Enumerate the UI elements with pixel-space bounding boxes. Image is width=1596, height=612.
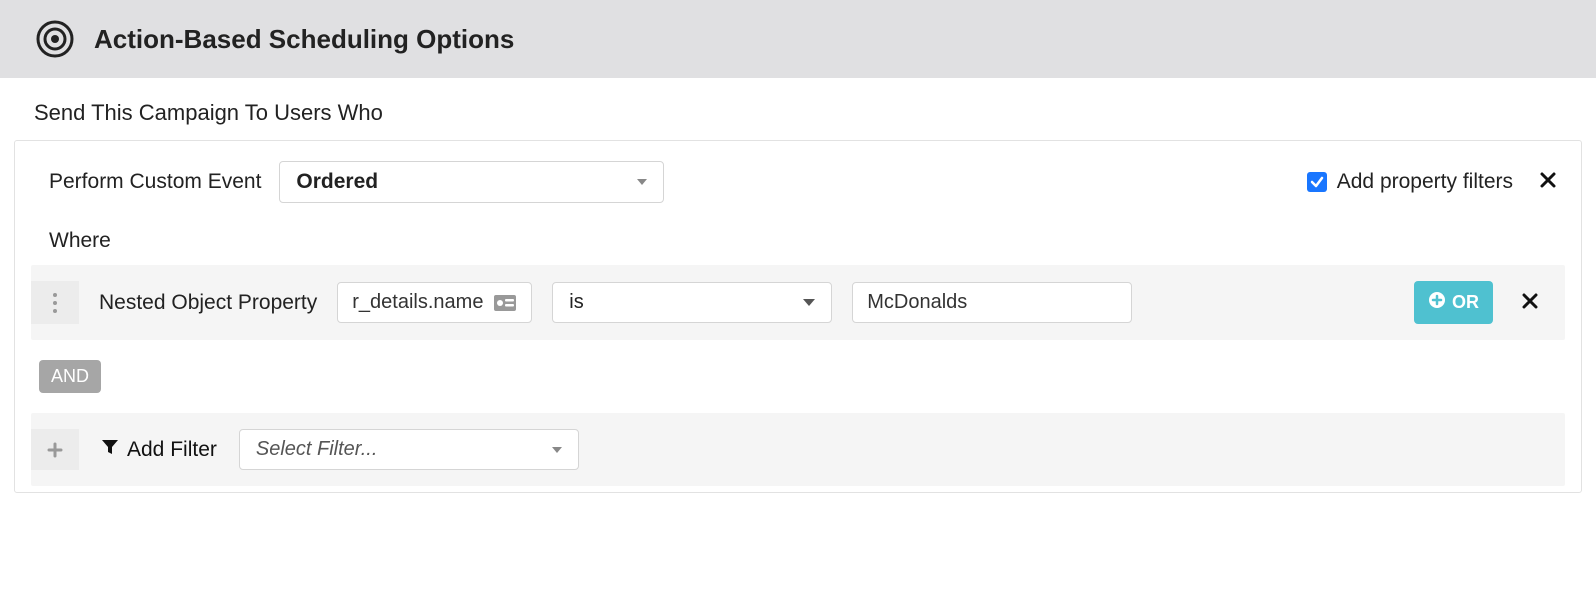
value-input[interactable] [852,282,1132,323]
filter-type-select[interactable]: Select Filter... [239,429,579,470]
remove-filter-button[interactable] [1513,292,1547,314]
drag-handle[interactable] [31,281,79,324]
property-value: r_details.name [352,291,483,314]
or-button[interactable]: OR [1414,281,1493,324]
add-filter-label: Add Filter [127,438,217,462]
and-chip: AND [39,360,101,393]
event-label: Perform Custom Event [49,170,261,194]
funnel-icon [101,438,119,462]
event-select-value: Ordered [296,170,378,194]
add-filters-label: Add property filters [1337,170,1513,194]
filter-type-label: Nested Object Property [99,291,317,315]
page-header: Action-Based Scheduling Options [0,0,1596,78]
page-title: Action-Based Scheduling Options [94,24,514,55]
section-subtitle: Send This Campaign To Users Who [34,100,1596,126]
add-filter-row: Add Filter Select Filter... [31,413,1565,486]
add-row-button[interactable] [31,429,79,470]
property-input[interactable]: r_details.name [337,282,532,323]
id-card-icon [493,294,517,312]
event-select[interactable]: Ordered [279,161,664,203]
scheduling-panel: Perform Custom Event Ordered Add propert… [14,140,1582,493]
add-filter-label-wrap: Add Filter [101,438,217,462]
and-connector: AND [31,352,1565,401]
plus-circle-icon [1428,291,1446,314]
operator-select[interactable]: is [552,282,832,323]
chevron-down-icon [803,299,815,306]
chevron-down-icon [552,447,562,453]
or-label: OR [1452,292,1479,313]
where-label: Where [31,229,1565,253]
chevron-down-icon [637,179,647,185]
event-row: Perform Custom Event Ordered Add propert… [31,161,1565,203]
filter-row: Nested Object Property r_details.name is [31,265,1565,340]
add-filters-checkbox-wrap[interactable]: Add property filters [1307,170,1513,194]
filter-type-placeholder: Select Filter... [256,438,378,461]
remove-event-button[interactable] [1531,171,1565,193]
checkbox-checked-icon [1307,172,1327,192]
target-icon [34,18,76,60]
operator-value: is [569,291,583,314]
